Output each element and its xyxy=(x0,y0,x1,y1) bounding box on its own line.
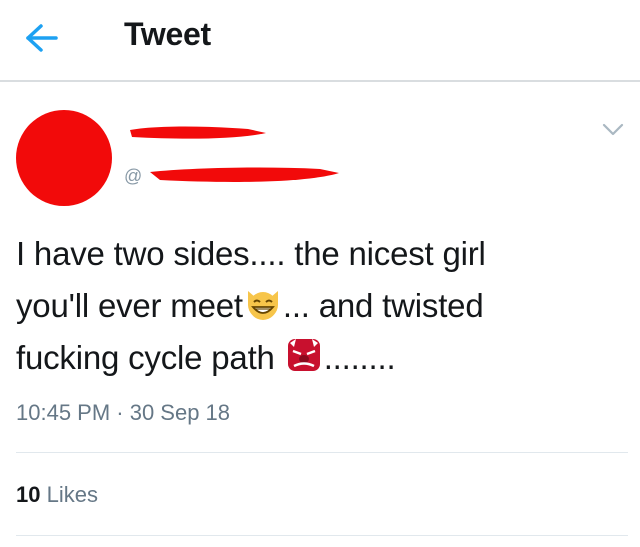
grinning-cat-emoji-icon xyxy=(247,291,278,320)
tweet-timestamp: 10:45 PM · 30 Sep 18 xyxy=(16,400,231,425)
tweet-detail-screen: Tweet @ I have two sides.... the nicest … xyxy=(0,0,640,547)
page-title: Tweet xyxy=(124,16,211,52)
tweet-line-3: fucking cycle path ........ xyxy=(16,332,626,384)
stats-divider-top xyxy=(16,452,628,453)
name-redaction xyxy=(130,126,266,139)
goblin-emoji-icon xyxy=(287,339,320,371)
handle-prefix: @ xyxy=(124,166,143,186)
chevron-down-icon xyxy=(602,123,624,136)
tweet-line-2-end: ... and twisted xyxy=(282,287,484,324)
likes-count: 10 xyxy=(16,482,41,507)
back-button[interactable] xyxy=(20,18,64,58)
tweet-line-1: I have two sides.... the nicest girl xyxy=(16,235,486,272)
back-arrow-icon xyxy=(26,24,58,52)
header-divider xyxy=(0,80,640,82)
likes-label: Likes xyxy=(40,482,98,507)
stats-divider-bottom xyxy=(16,535,628,536)
avatar[interactable] xyxy=(16,110,112,206)
tweet-line-3-start: fucking cycle path xyxy=(16,339,284,376)
tweet-line-2: you'll ever meet ... and twisted xyxy=(16,280,626,332)
tweet-text: I have two sides.... the nicest girl you… xyxy=(16,228,626,384)
handle-redaction xyxy=(150,167,339,182)
tweet-line-2-start: you'll ever meet xyxy=(16,287,243,324)
more-options-button[interactable] xyxy=(598,116,628,142)
likes-link[interactable]: 10 Likes xyxy=(16,482,98,508)
tweet-line-3-end: ........ xyxy=(323,339,396,376)
top-bar: Tweet xyxy=(0,0,640,80)
